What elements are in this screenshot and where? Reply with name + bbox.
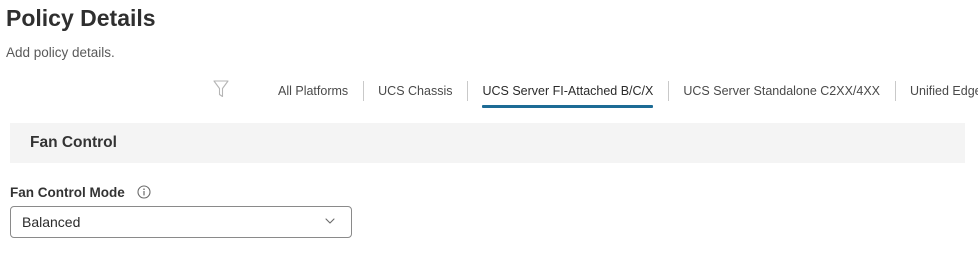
filter-icon[interactable] [212, 79, 230, 99]
fan-control-mode-select[interactable]: Balanced [10, 206, 352, 238]
section-title: Fan Control [30, 134, 117, 151]
tab-ucs-server-fi-attached[interactable]: UCS Server FI-Attached B/C/X [467, 78, 668, 108]
info-icon[interactable] [137, 185, 151, 199]
fan-control-mode-value: Balanced [22, 214, 81, 230]
section-header: Fan Control [10, 123, 965, 163]
tab-all-platforms[interactable]: All Platforms [260, 78, 363, 104]
platform-filter-bar: All Platforms UCS Chassis UCS Server FI-… [212, 78, 978, 108]
tab-ucs-chassis[interactable]: UCS Chassis [363, 78, 467, 104]
page-subtitle: Add policy details. [6, 45, 115, 60]
page-title: Policy Details [6, 5, 156, 31]
fan-control-mode-label: Fan Control Mode [10, 184, 125, 200]
tab-ucs-server-standalone[interactable]: UCS Server Standalone C2XX/4XX [668, 78, 895, 104]
fan-control-mode-label-row: Fan Control Mode [10, 182, 151, 202]
tab-unified-edge[interactable]: Unified Edge [895, 78, 978, 104]
chevron-down-icon [325, 217, 335, 225]
